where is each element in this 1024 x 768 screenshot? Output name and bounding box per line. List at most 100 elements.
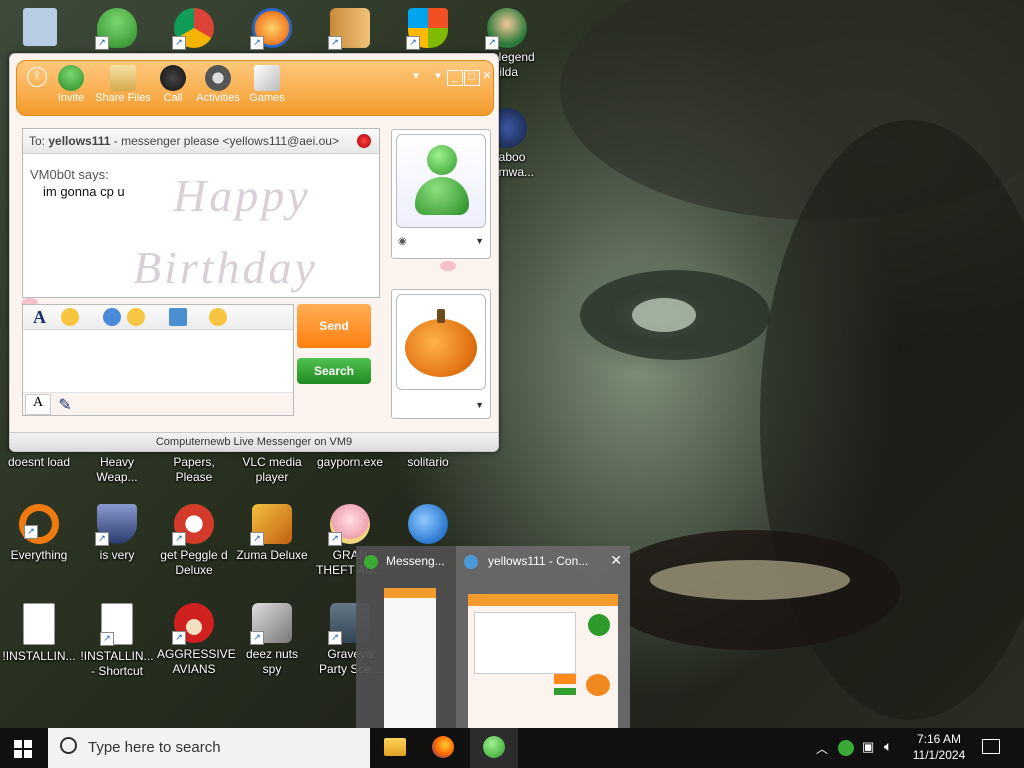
handwriting-tab-icon[interactable]: ✎ (55, 395, 75, 414)
desktop-icon-label: Heavy Weap... (96, 455, 138, 484)
messenger-buddy-icon: ↗ (95, 8, 137, 50)
to-header: To: yellows111 - messenger please <yello… (23, 129, 379, 154)
show-hidden-icons[interactable]: ︿ (816, 740, 828, 768)
share-files-button[interactable]: Share Files (95, 65, 151, 104)
desktop-icon-vlc[interactable]: VLC media player (235, 455, 309, 485)
minimize-button[interactable]: _ (447, 70, 463, 86)
invite-button[interactable]: Invite (43, 65, 99, 104)
firefox-icon[interactable] (432, 736, 454, 758)
desktop-icon-windows-defender[interactable]: ↗ (391, 8, 465, 52)
thumbnail-buddy (588, 614, 610, 636)
desktop-icon-heavy-weapon[interactable]: Heavy Weap... (80, 455, 154, 485)
document-icon (23, 603, 55, 645)
to-prefix: To: (29, 134, 46, 148)
maximize-button[interactable]: □ (464, 70, 480, 86)
thumbnail-title: yellows111 - Con... (488, 554, 589, 568)
wink-icon[interactable] (127, 308, 145, 326)
zelda-icon: ↗ (485, 8, 527, 50)
shield-emblem-icon: ↗ (95, 504, 137, 546)
contact-display-picture[interactable]: ◉ ▼ (391, 129, 491, 259)
block-icon[interactable] (357, 134, 371, 148)
taskbar-messenger-button[interactable] (470, 728, 518, 768)
windows-shield-icon: ↗ (406, 8, 448, 50)
format-toolbar: A (23, 305, 293, 330)
chevron-down-icon[interactable]: ▼ (475, 236, 484, 246)
text-tab[interactable]: A (25, 394, 51, 415)
desktop-icon-recycle-bin[interactable] (3, 8, 77, 50)
zuma-icon: ↗ (250, 504, 292, 546)
desktop-icon-doesnt-load[interactable]: doesnt load (2, 455, 76, 470)
start-button[interactable] (14, 740, 32, 758)
desktop-icon-everything[interactable]: ↗ Everything (2, 504, 76, 563)
everything-search-icon: ↗ (19, 504, 59, 544)
desktop-icon-aggressive-avians[interactable]: ↗ AGGRESSIVE AVIANS (157, 603, 236, 677)
nudge-icon[interactable] (209, 308, 227, 326)
background-icon[interactable] (169, 308, 187, 326)
desktop-icon-label: get Peggle d Deluxe (160, 548, 228, 577)
thunderbird-icon (408, 504, 448, 544)
desktop-icon-zuma-deluxe[interactable]: ↗ Zuma Deluxe (235, 504, 309, 563)
desktop-icon-thunderbird[interactable] (391, 504, 465, 548)
activities-button[interactable]: Activities (190, 65, 246, 104)
clock-date: 11/1/2024 (912, 748, 966, 762)
activities-icon (205, 65, 231, 91)
send-button[interactable]: Send (297, 304, 371, 348)
paint-bucket-icon[interactable]: ▾ (409, 70, 423, 84)
messenger-tray-icon[interactable] (838, 740, 854, 756)
happy-birthday-watermark: Birthday (133, 242, 318, 293)
clock[interactable]: 7:16 AM 11/1/2024 (906, 731, 972, 763)
invite-label: Invite (57, 92, 85, 104)
desktop-icon-peggle[interactable]: ↗ (235, 8, 309, 52)
thumbnail-close-button[interactable]: ✕ (610, 552, 622, 569)
compose-area[interactable]: A A ✎ (22, 304, 294, 416)
taskbar-search-box[interactable]: Type here to search (48, 728, 370, 768)
thumbnail-title: Messeng... (386, 554, 445, 568)
activities-label: Activities (196, 92, 240, 104)
desktop-icon-chrome[interactable]: ↗ (157, 8, 231, 52)
voice-clip-icon[interactable] (103, 308, 121, 326)
network-icon[interactable]: ▣ (862, 739, 874, 768)
thumbnail-image (468, 594, 618, 728)
desktop-icon-messenger[interactable]: ↗ (80, 8, 154, 52)
sender-line: VM0b0t says: (30, 167, 109, 182)
desktop-icon-folder[interactable]: ↗ (313, 8, 387, 52)
taskbar: Type here to search ︿ ▣ 🔈︎ 7:16 AM 11/1/… (0, 728, 1024, 768)
thumbnail-messenger[interactable]: Messeng... (356, 546, 456, 728)
thumbnail-send (554, 674, 576, 684)
desktop-icon-papers-please[interactable]: Papers, Please (157, 455, 231, 485)
pumpkin-image (405, 319, 477, 377)
search-placeholder: Type here to search (88, 739, 221, 756)
dropdown-icon[interactable]: ▾ (431, 70, 445, 84)
close-button[interactable]: ✕ (480, 70, 494, 84)
editor-tabs: A ✎ (23, 392, 293, 415)
thumbnail-conversation[interactable]: yellows111 - Con... ✕ (456, 546, 630, 728)
desktop-icon-get-peggle-deluxe[interactable]: ↗ get Peggle d Deluxe (157, 504, 231, 578)
taskbar-thumbnail-preview: Messeng... yellows111 - Con... ✕ (356, 546, 630, 728)
thumbnail-search (554, 688, 576, 695)
flower-decoration (440, 261, 456, 271)
own-display-picture[interactable]: ▼ (391, 289, 491, 419)
desktop-icon-installing-shortcut[interactable]: ↗ !INSTALLIN... - Shortcut (80, 603, 154, 679)
emoticon-icon[interactable] (61, 308, 79, 326)
games-button[interactable]: Games (239, 65, 295, 104)
search-button[interactable]: Search (297, 358, 371, 384)
desktop-icon-is-very[interactable]: ↗ is very (80, 504, 154, 563)
messenger-conversation-window[interactable]: ⇧ Invite Share Files Call Activities Gam… (9, 53, 499, 452)
peggle-icon: ↗ (250, 8, 292, 50)
peggle-icon: ↗ (172, 504, 214, 546)
desktop-icon-solitario[interactable]: solitario (391, 455, 465, 470)
volume-icon[interactable]: 🔈︎ (884, 738, 892, 768)
buddy-body-icon (415, 177, 469, 215)
games-icon (254, 65, 280, 91)
conversation-history[interactable]: To: yellows111 - messenger please <yello… (22, 128, 380, 298)
file-explorer-icon[interactable] (384, 738, 406, 756)
desktop-icon-gayporn-exe[interactable]: gayporn.exe (313, 455, 387, 470)
desktop-icon-installing[interactable]: !INSTALLIN... (2, 603, 76, 664)
status-bar: Computernewb Live Messenger on VM9 (10, 432, 498, 451)
desktop-icon-deez-nuts-spy[interactable]: ↗ deez nuts spy (235, 603, 309, 677)
font-icon[interactable]: A (33, 307, 46, 328)
notifications-icon[interactable] (982, 739, 1000, 754)
desktop-icon-label: !INSTALLIN... - Shortcut (80, 649, 154, 678)
webcam-icon[interactable]: ◉ (398, 236, 407, 247)
chevron-down-icon[interactable]: ▼ (475, 400, 484, 410)
